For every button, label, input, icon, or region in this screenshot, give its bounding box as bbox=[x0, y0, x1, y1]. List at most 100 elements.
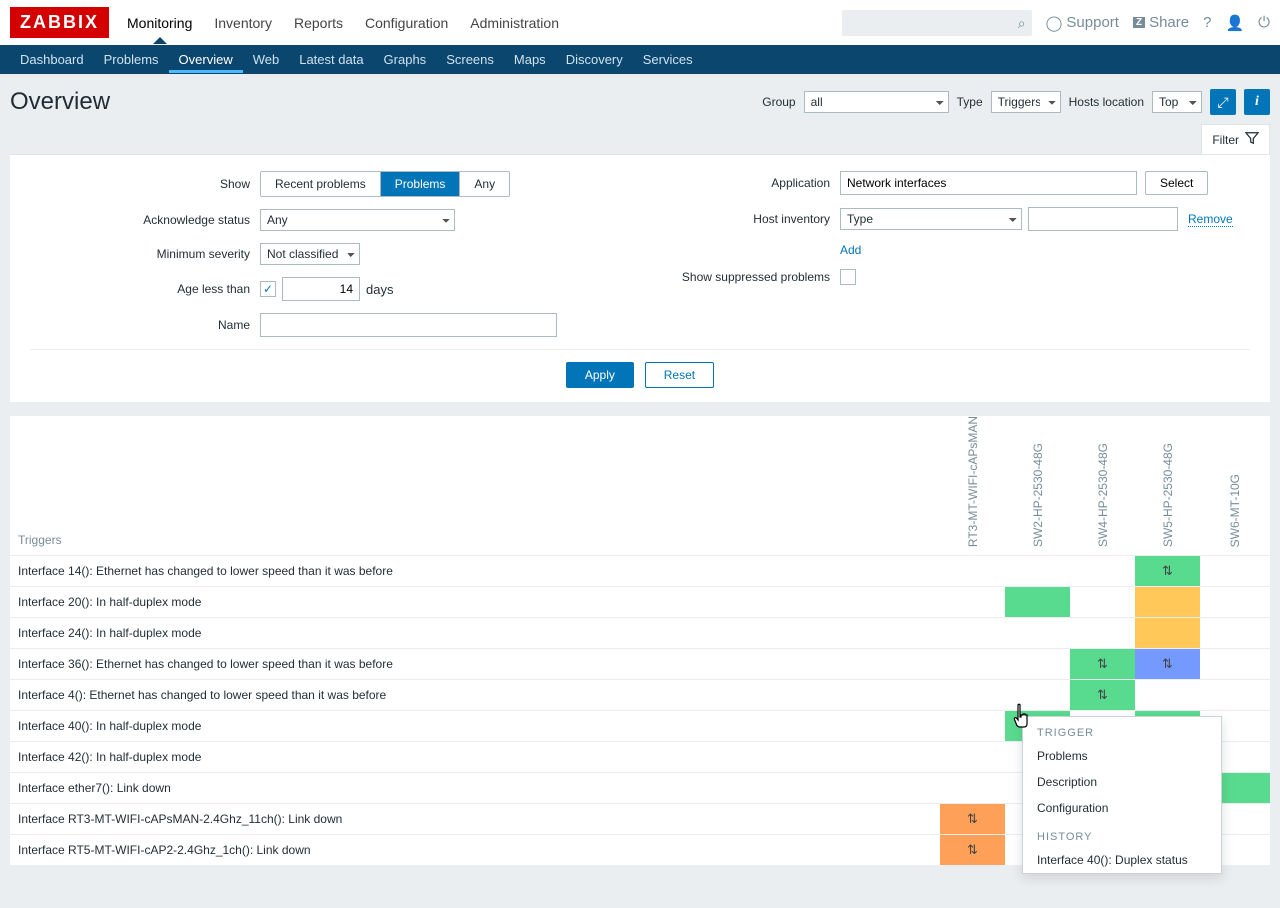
status-cell bbox=[940, 773, 1005, 804]
trigger-name[interactable]: Interface 4(): Ethernet has changed to l… bbox=[10, 680, 940, 711]
subnav-maps[interactable]: Maps bbox=[504, 46, 556, 73]
triggers-header[interactable]: Triggers bbox=[10, 416, 940, 556]
search-input[interactable] bbox=[842, 10, 1032, 36]
host-col-1[interactable]: SW2-HP-2530-48G bbox=[1005, 416, 1070, 556]
ack-select[interactable]: Any bbox=[260, 209, 455, 231]
fullscreen-icon[interactable]: ⤢ bbox=[1210, 89, 1236, 115]
status-cell[interactable]: ⇅ bbox=[1135, 649, 1200, 680]
host-col-3[interactable]: SW5-HP-2530-48G bbox=[1135, 416, 1200, 556]
filter-label: Filter bbox=[1212, 133, 1239, 147]
updown-icon: ⇅ bbox=[1070, 687, 1135, 703]
group-select[interactable]: all bbox=[804, 91, 949, 113]
group-label: Group bbox=[762, 95, 795, 109]
subnav-discovery[interactable]: Discovery bbox=[556, 46, 633, 73]
subnav-graphs[interactable]: Graphs bbox=[374, 46, 437, 73]
filter-toggle[interactable]: Filter bbox=[1201, 124, 1270, 154]
kiosk-icon[interactable]: i bbox=[1244, 89, 1270, 115]
nav-inventory[interactable]: Inventory bbox=[214, 3, 272, 43]
help-icon[interactable]: ? bbox=[1203, 14, 1211, 31]
select-button[interactable]: Select bbox=[1145, 171, 1208, 195]
trigger-name[interactable]: Interface 14(): Ethernet has changed to … bbox=[10, 556, 940, 587]
table-row: Interface 20(): In half-duplex mode bbox=[10, 587, 1270, 618]
trigger-name[interactable]: Interface RT3-MT-WIFI-cAPsMAN-2.4Ghz_11c… bbox=[10, 804, 940, 835]
status-cell bbox=[1200, 556, 1270, 587]
host-col-0[interactable]: RT3-MT-WIFI-cAPsMAN bbox=[940, 416, 1005, 556]
name-label: Name bbox=[30, 318, 260, 332]
sev-select[interactable]: Not classified bbox=[260, 243, 360, 265]
remove-link[interactable]: Remove bbox=[1188, 212, 1233, 227]
subnav-services[interactable]: Services bbox=[633, 46, 703, 73]
status-cell bbox=[940, 556, 1005, 587]
trigger-name[interactable]: Interface ether7(): Link down bbox=[10, 773, 940, 804]
trigger-name[interactable]: Interface RT5-MT-WIFI-cAP2-2.4Ghz_1ch():… bbox=[10, 835, 940, 866]
host-col-2[interactable]: SW4-HP-2530-48G bbox=[1070, 416, 1135, 556]
age-unit: days bbox=[366, 282, 393, 297]
show-any[interactable]: Any bbox=[460, 172, 509, 196]
status-cell[interactable]: ⇅ bbox=[1135, 556, 1200, 587]
status-cell[interactable]: ⇅ bbox=[1070, 680, 1135, 711]
support-link[interactable]: ◯ Support bbox=[1046, 14, 1119, 32]
popup-configuration[interactable]: Configuration bbox=[1023, 795, 1221, 821]
sev-label: Minimum severity bbox=[30, 247, 260, 261]
logout-icon[interactable]: ⏻ bbox=[1258, 14, 1270, 31]
subnav-web[interactable]: Web bbox=[243, 46, 290, 73]
top-nav: Monitoring Inventory Reports Configurati… bbox=[127, 3, 842, 43]
nav-monitoring[interactable]: Monitoring bbox=[127, 3, 192, 43]
nav-administration[interactable]: Administration bbox=[470, 3, 559, 43]
status-cell[interactable]: ⇅ bbox=[940, 835, 1005, 866]
subnav-problems[interactable]: Problems bbox=[94, 46, 169, 73]
apply-button[interactable]: Apply bbox=[566, 362, 634, 388]
nav-configuration[interactable]: Configuration bbox=[365, 3, 448, 43]
page-title: Overview bbox=[10, 88, 762, 116]
status-cell bbox=[1135, 680, 1200, 711]
updown-icon: ⇅ bbox=[1135, 656, 1200, 672]
popup-trigger-section: TRIGGER bbox=[1023, 717, 1221, 743]
status-cell[interactable]: ⇅ bbox=[1070, 649, 1135, 680]
trigger-name[interactable]: Interface 42(): In half-duplex mode bbox=[10, 742, 940, 773]
add-link[interactable]: Add bbox=[840, 243, 861, 257]
host-col-4[interactable]: SW6-MT-10G bbox=[1200, 416, 1270, 556]
trigger-name[interactable]: Interface 20(): In half-duplex mode bbox=[10, 587, 940, 618]
share-link[interactable]: Z Share bbox=[1133, 14, 1189, 31]
popup-problems[interactable]: Problems bbox=[1023, 743, 1221, 769]
user-icon[interactable]: 👤 bbox=[1225, 14, 1244, 32]
show-recent[interactable]: Recent problems bbox=[261, 172, 381, 196]
trigger-name[interactable]: Interface 24(): In half-duplex mode bbox=[10, 618, 940, 649]
updown-icon: ⇅ bbox=[940, 842, 1005, 858]
popup-history-item[interactable]: Interface 40(): Duplex status bbox=[1023, 847, 1221, 873]
inv-type-select[interactable]: Type bbox=[840, 208, 1022, 230]
context-menu: TRIGGER Problems Description Configurati… bbox=[1022, 716, 1222, 874]
status-cell[interactable] bbox=[1135, 618, 1200, 649]
subnav-latest-data[interactable]: Latest data bbox=[289, 46, 373, 73]
type-select[interactable]: Triggers bbox=[991, 91, 1061, 113]
status-cell bbox=[1200, 587, 1270, 618]
popup-description[interactable]: Description bbox=[1023, 769, 1221, 795]
status-cell bbox=[1200, 680, 1270, 711]
search-icon[interactable]: ⌕ bbox=[1018, 15, 1026, 32]
reset-button[interactable]: Reset bbox=[645, 362, 714, 388]
age-input[interactable] bbox=[282, 277, 360, 301]
filter-icon bbox=[1245, 131, 1259, 148]
popup-history-section: HISTORY bbox=[1023, 821, 1221, 847]
name-input[interactable] bbox=[260, 313, 557, 337]
age-checkbox[interactable]: ✓ bbox=[260, 281, 276, 297]
status-cell bbox=[940, 649, 1005, 680]
status-cell[interactable]: ⇅ bbox=[940, 804, 1005, 835]
status-cell[interactable] bbox=[1135, 587, 1200, 618]
status-cell[interactable] bbox=[1005, 587, 1070, 618]
logo[interactable]: ZABBIX bbox=[10, 7, 109, 38]
supp-checkbox[interactable] bbox=[840, 269, 856, 285]
app-input[interactable] bbox=[840, 171, 1137, 195]
nav-reports[interactable]: Reports bbox=[294, 3, 343, 43]
subnav-dashboard[interactable]: Dashboard bbox=[10, 46, 94, 73]
app-label: Application bbox=[660, 176, 840, 190]
subnav-overview[interactable]: Overview bbox=[169, 46, 243, 73]
trigger-name[interactable]: Interface 40(): In half-duplex mode bbox=[10, 711, 940, 742]
show-problems[interactable]: Problems bbox=[381, 172, 461, 196]
hosts-loc-select[interactable]: Top bbox=[1152, 91, 1202, 113]
inv-value-input[interactable] bbox=[1028, 207, 1178, 231]
age-label: Age less than bbox=[30, 282, 260, 296]
show-radiogroup[interactable]: Recent problems Problems Any bbox=[260, 171, 510, 197]
trigger-name[interactable]: Interface 36(): Ethernet has changed to … bbox=[10, 649, 940, 680]
subnav-screens[interactable]: Screens bbox=[436, 46, 504, 73]
